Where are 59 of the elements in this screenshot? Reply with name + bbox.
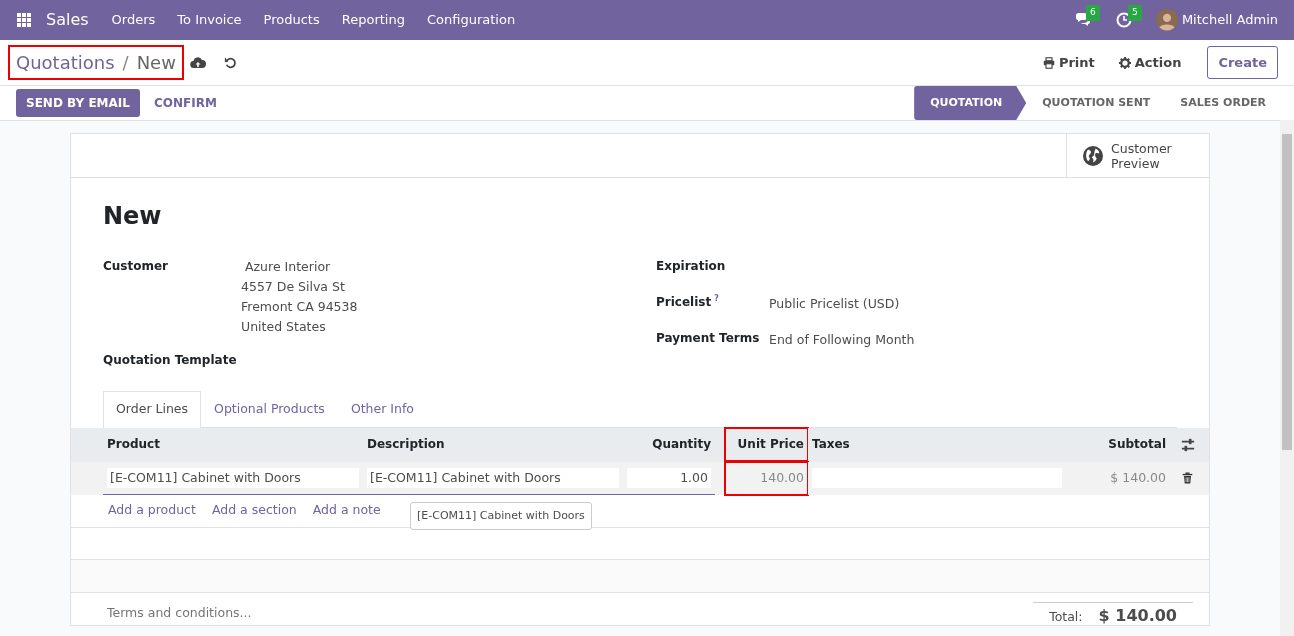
print-button[interactable]: Print: [1032, 47, 1105, 78]
total-label: Total:: [1049, 607, 1083, 625]
breadcrumb-link[interactable]: Quotations: [16, 52, 115, 73]
menu-item[interactable]: To Invoice: [166, 10, 253, 30]
add-line-link[interactable]: Add a product: [108, 500, 196, 521]
total-amount: $ 140.00: [1098, 606, 1177, 624]
printer-icon: [1042, 56, 1055, 69]
cloud-upload-icon[interactable]: [189, 54, 206, 71]
table-cell-text: 140.00: [760, 468, 804, 487]
table-cell-text: $ 140.00: [1110, 468, 1166, 487]
menu-item[interactable]: Products: [252, 10, 331, 30]
record-title: New: [103, 202, 163, 231]
menu-item[interactable]: Reporting: [330, 10, 416, 30]
form-tab[interactable]: Order Lines: [103, 390, 202, 428]
status-stage[interactable]: QUOTATION SENT: [1026, 86, 1165, 120]
customer-name[interactable]: Azure Interior: [241, 256, 358, 277]
add-line-link[interactable]: Add a note: [312, 500, 381, 521]
tooltip: [E-COM11] Cabinet with Doors: [410, 501, 592, 531]
apps-menu-icon[interactable]: [16, 12, 32, 28]
sliders-icon[interactable]: [1180, 437, 1195, 452]
trash-icon[interactable]: [1182, 472, 1193, 485]
status-stage[interactable]: SALES ORDER: [1164, 86, 1280, 120]
address-line: 4557 De Silva St: [241, 277, 346, 296]
gear-icon: [1118, 56, 1131, 69]
unread-count: 6: [1085, 5, 1100, 21]
field-value[interactable]: End of Following Month: [769, 330, 915, 350]
field-label: Customer: [103, 257, 170, 275]
field-label: Pricelist: [656, 294, 712, 309]
clock-icon[interactable]: [1115, 12, 1132, 28]
column-header[interactable]: Unit Price: [725, 427, 808, 461]
menu-item[interactable]: Configuration: [415, 10, 527, 30]
confirm-button[interactable]: CONFIRM: [143, 89, 227, 117]
breadcrumb-current: New: [136, 52, 176, 73]
globe-icon: [1083, 145, 1103, 166]
address-line: Fremont CA 94538: [241, 297, 358, 316]
field-label: Payment Terms: [656, 330, 760, 345]
field-label: Expiration: [656, 258, 726, 273]
menu-item[interactable]: Orders: [100, 10, 167, 30]
help-mark[interactable]: ?: [714, 293, 719, 303]
action-button[interactable]: Action: [1108, 47, 1192, 78]
field-value[interactable]: Public Pricelist (USD): [769, 294, 900, 314]
address-line: United States: [241, 317, 327, 336]
quantity-field[interactable]: 1.00: [627, 467, 711, 488]
field-label: Quotation Template: [103, 351, 238, 369]
avatar-icon[interactable]: [1155, 9, 1178, 31]
input-field[interactable]: [E-COM11] Cabinet with Doors: [107, 467, 359, 488]
activity-count: 5: [1127, 5, 1142, 21]
breadcrumb-separator: /: [122, 52, 129, 73]
user-name[interactable]: Mitchell Admin: [1181, 10, 1278, 30]
create-button[interactable]: Create: [1207, 45, 1278, 80]
undo-icon[interactable]: [223, 55, 238, 70]
form-tab[interactable]: Other Info: [337, 390, 427, 427]
send-email-button[interactable]: SEND BY EMAIL: [16, 89, 140, 117]
app-name[interactable]: Sales: [46, 8, 89, 32]
status-stage[interactable]: QUOTATION: [914, 86, 1027, 120]
scrollbar[interactable]: [1280, 120, 1294, 636]
add-line-link[interactable]: Add a section: [211, 500, 297, 521]
form-tab[interactable]: Optional Products: [201, 390, 338, 427]
input-field[interactable]: [E-COM11] Cabinet with Doors: [367, 467, 619, 488]
